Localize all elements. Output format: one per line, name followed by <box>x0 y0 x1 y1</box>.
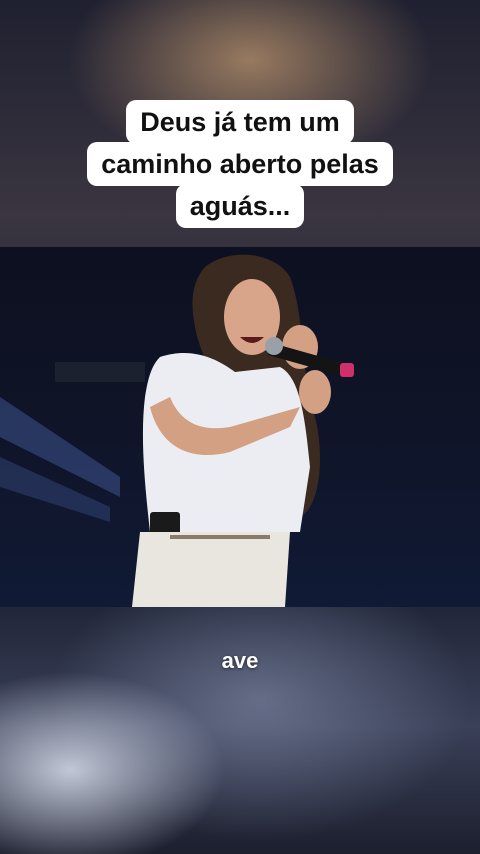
caption-overlay: Deus já tem um caminho aberto pelas aguá… <box>0 100 480 228</box>
video-frame[interactable] <box>0 247 480 607</box>
microphone-head <box>265 337 283 355</box>
subtitle-text: ave <box>221 648 259 673</box>
microphone-band <box>340 363 354 377</box>
performer-pants <box>132 532 290 607</box>
performer-video-image <box>0 254 354 607</box>
stage-equipment <box>55 362 145 382</box>
caption-line-3: aguás... <box>175 184 305 228</box>
performer-hand-2 <box>299 370 331 414</box>
caption-line-1: Deus já tem um <box>126 100 354 144</box>
caption-line-2: caminho aberto pelas <box>87 142 393 186</box>
